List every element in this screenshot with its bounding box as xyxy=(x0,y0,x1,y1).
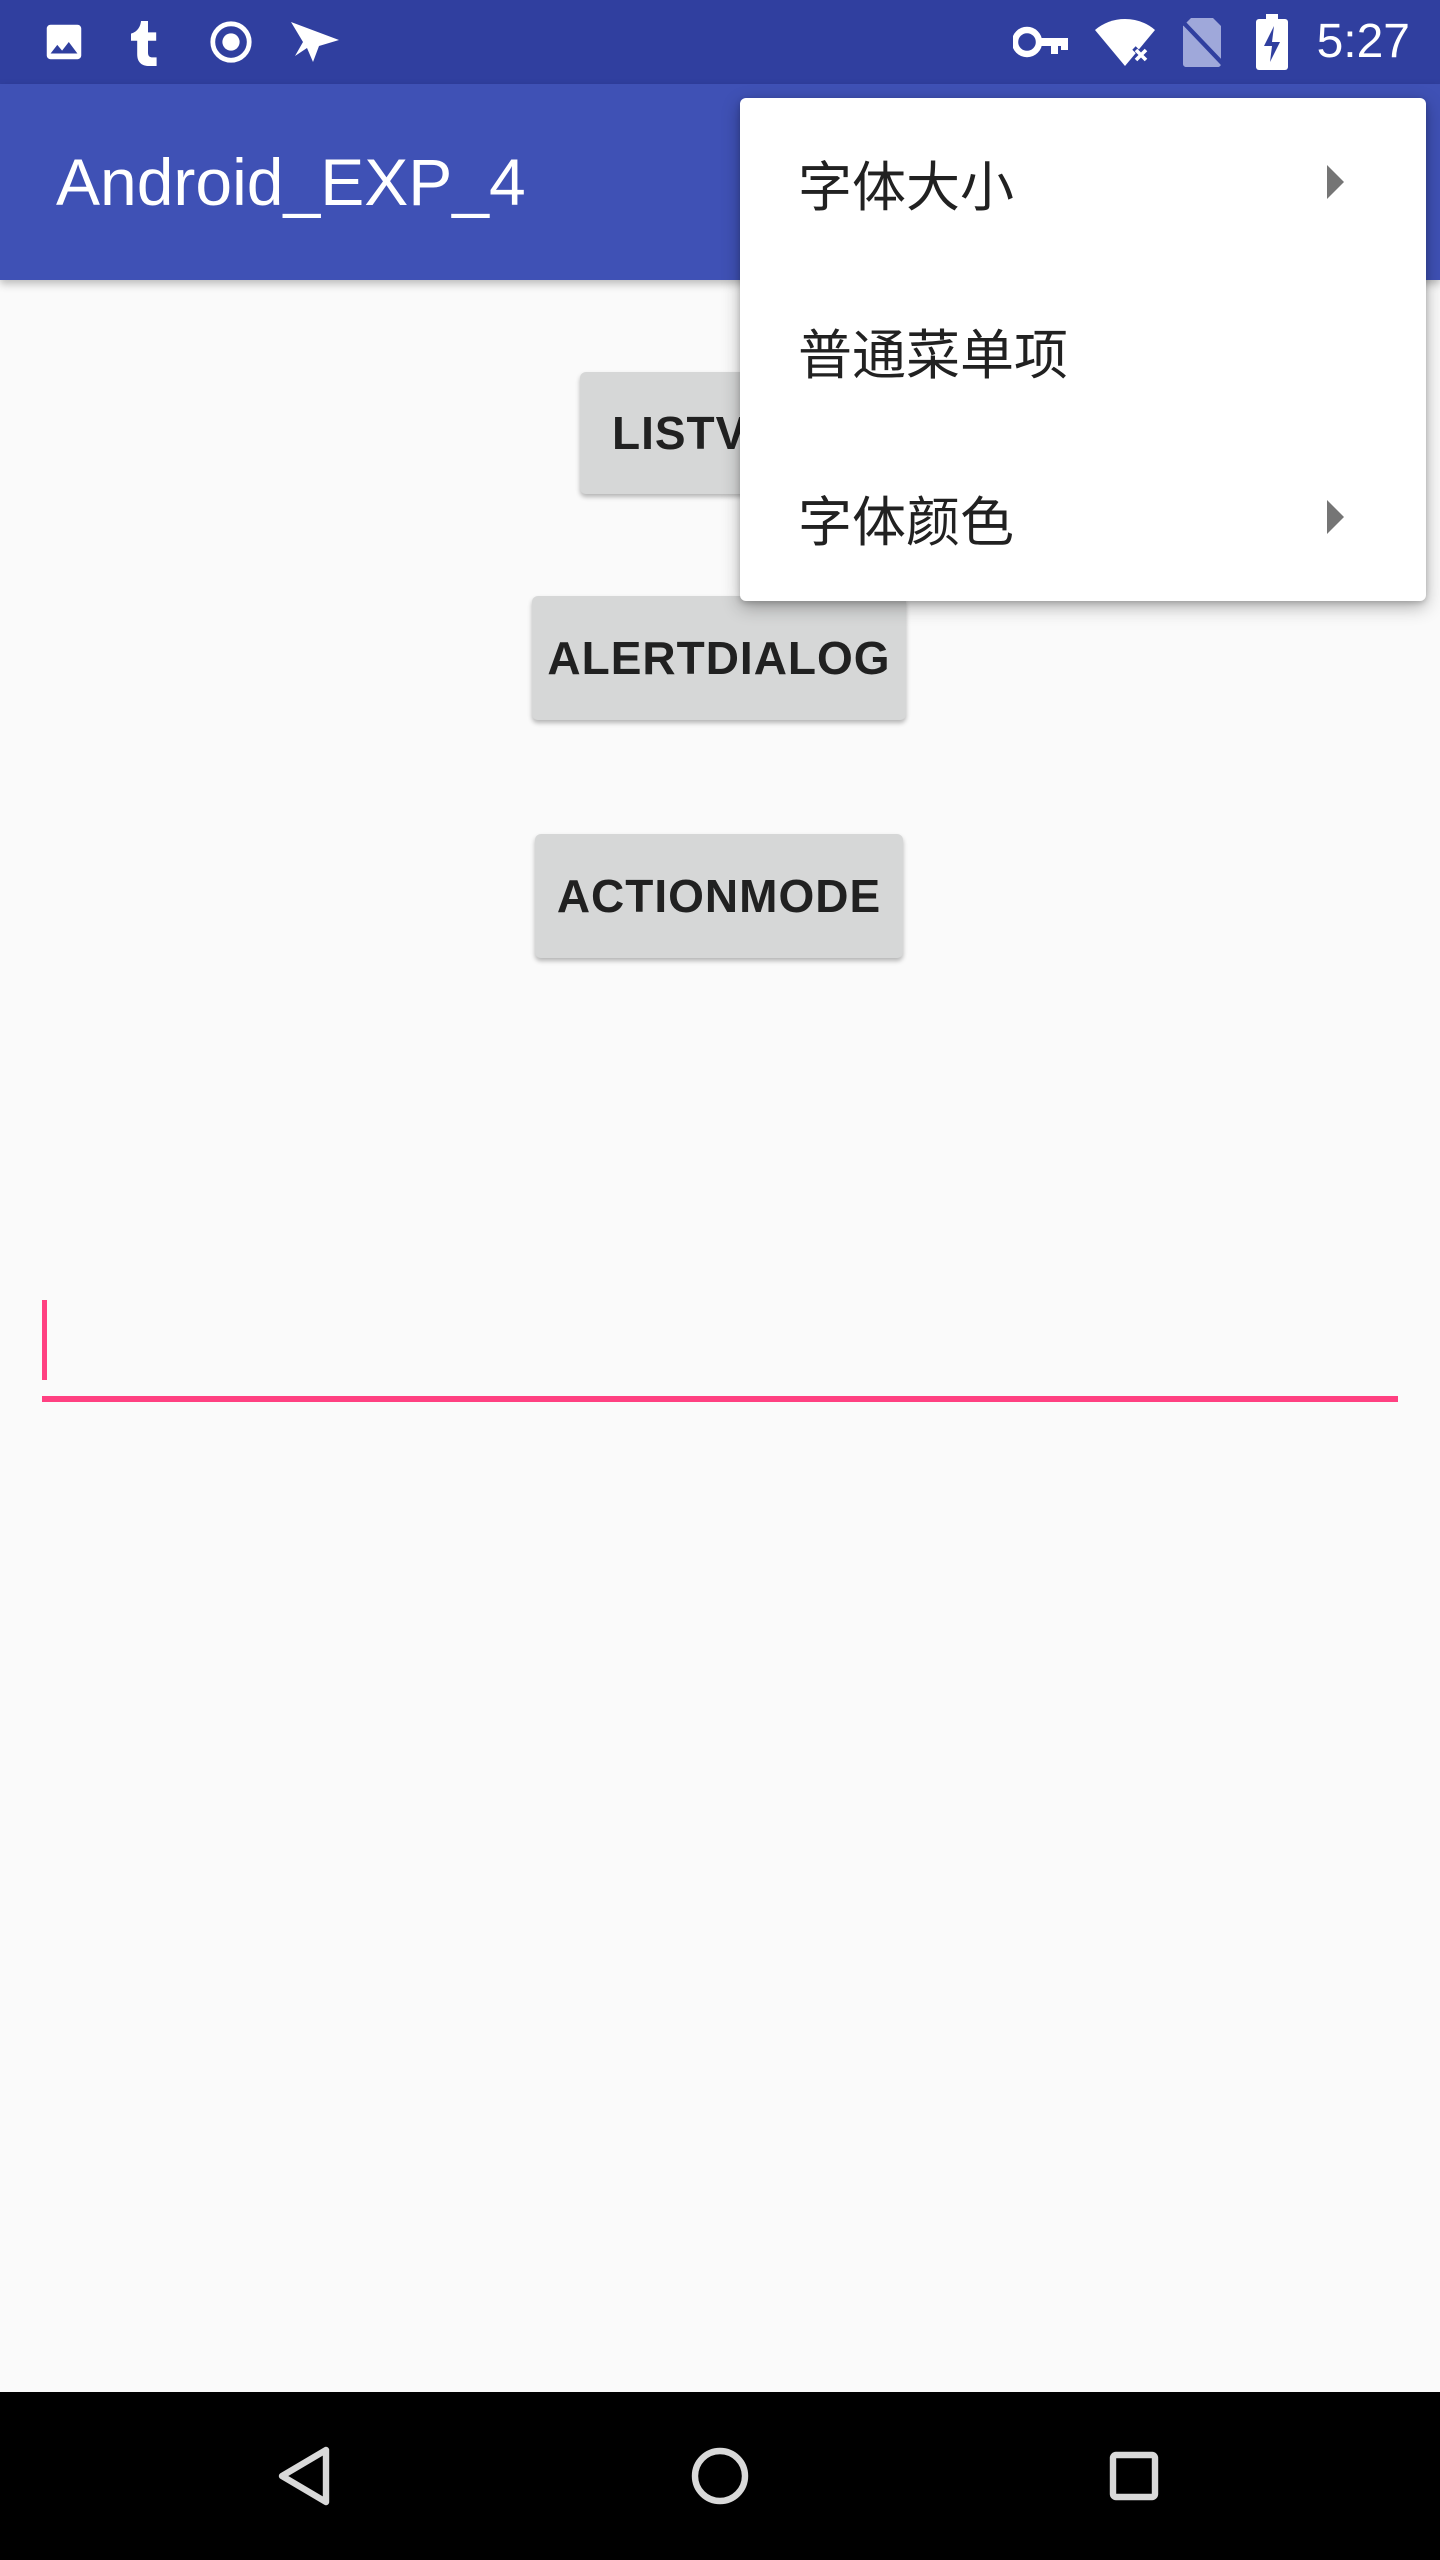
image-icon xyxy=(38,0,90,84)
text-input[interactable] xyxy=(42,1296,1398,1402)
status-bar: 5:27 xyxy=(0,0,1440,84)
status-time: 5:27 xyxy=(1316,15,1410,68)
menu-item-font-size[interactable]: 字体大小 xyxy=(740,98,1426,266)
record-icon xyxy=(206,0,256,84)
no-sim-icon xyxy=(1178,0,1226,84)
screen: 5:27 Android_EXP_4 LISTVIEW ALERTDIALOG … xyxy=(0,0,1440,2560)
vpn-key-icon xyxy=(1012,0,1072,84)
menu-item-label: 普通菜单项 xyxy=(798,323,1068,387)
text-cursor xyxy=(42,1300,47,1380)
overflow-menu: 字体大小 普通菜单项 字体颜色 xyxy=(740,98,1426,601)
alertdialog-button-label: ALERTDIALOG xyxy=(547,632,891,684)
alertdialog-button[interactable]: ALERTDIALOG xyxy=(532,596,906,720)
paper-plane-icon xyxy=(286,0,344,84)
navigation-bar xyxy=(0,2392,1440,2560)
battery-charging-icon xyxy=(1252,0,1292,84)
submenu-arrow-icon xyxy=(1327,165,1344,199)
home-icon[interactable] xyxy=(620,2392,820,2560)
wifi-no-internet-icon xyxy=(1092,0,1158,84)
actionmode-button[interactable]: ACTIONMODE xyxy=(535,834,903,958)
tumblr-icon xyxy=(124,0,168,84)
menu-item-label: 字体颜色 xyxy=(798,490,1014,554)
actionmode-button-label: ACTIONMODE xyxy=(556,870,882,922)
recents-icon[interactable] xyxy=(1034,2392,1234,2560)
submenu-arrow-icon xyxy=(1327,500,1344,534)
text-input-underline xyxy=(42,1396,1398,1402)
back-icon[interactable] xyxy=(204,2392,404,2560)
menu-item-font-color[interactable]: 字体颜色 xyxy=(740,433,1426,601)
menu-item-normal[interactable]: 普通菜单项 xyxy=(740,266,1426,434)
menu-item-label: 字体大小 xyxy=(798,155,1014,219)
app-title: Android_EXP_4 xyxy=(56,145,526,219)
